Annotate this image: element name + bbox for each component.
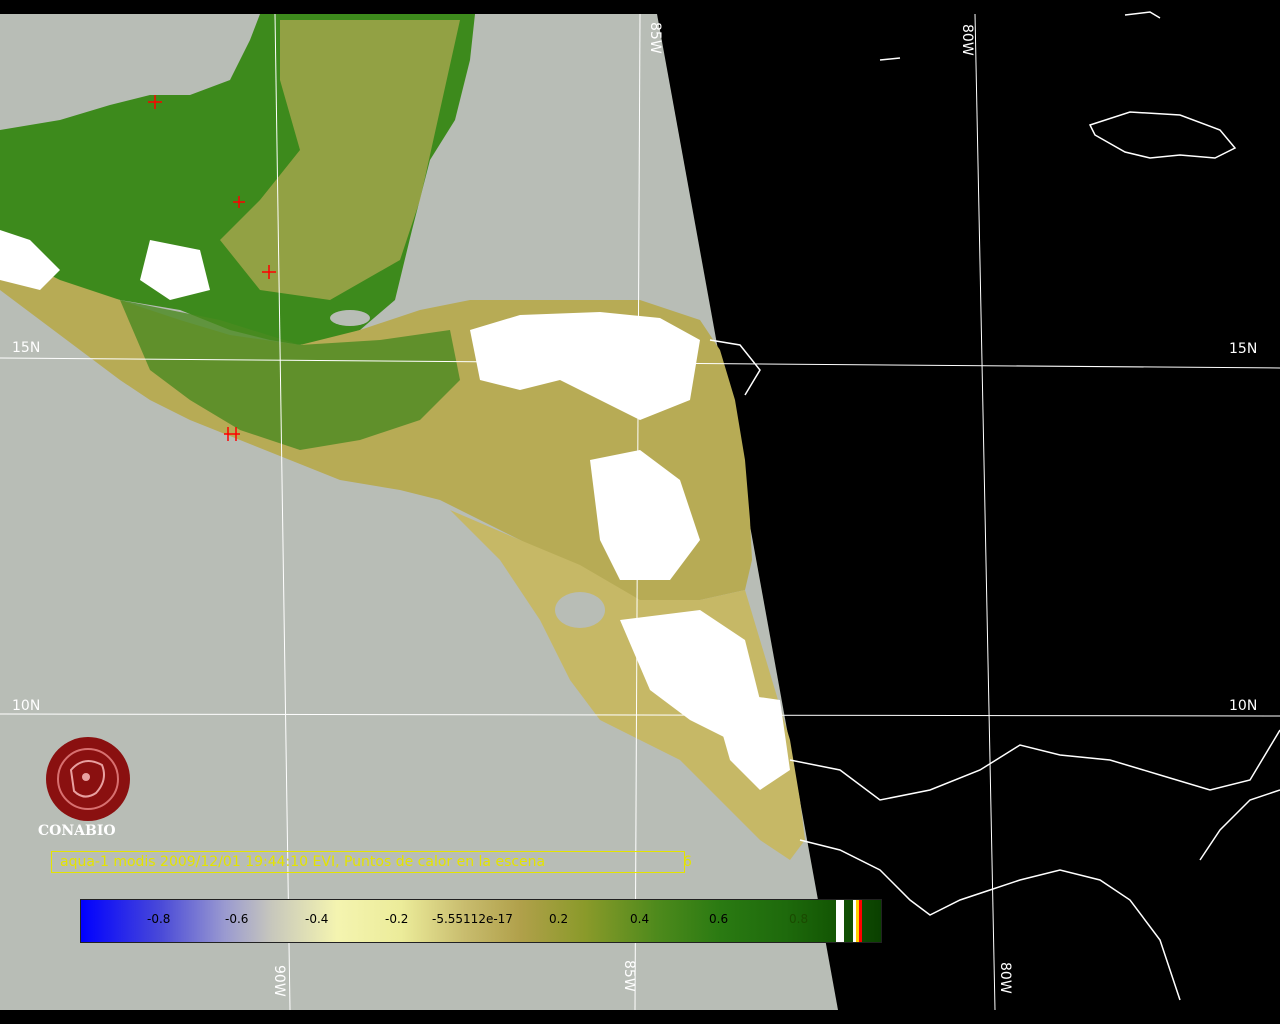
lon-label-80w-bottom: 80W [997, 962, 1013, 994]
lat-label-15n-right: 15N [1229, 341, 1258, 357]
conabio-logo [46, 737, 130, 821]
lat-label-15n-left: 15N [12, 340, 41, 356]
colorbar-tick: -0.6 [225, 912, 249, 926]
colorbar-tick: 0.2 [549, 912, 569, 926]
hotspot-count: 6 [683, 854, 692, 870]
colorbar-cloud-swatch [836, 900, 844, 942]
colorbar-tick: 0.6 [709, 912, 729, 926]
lake-izabal [330, 310, 370, 326]
scene-caption: aqua-1 modis 2009/12/01 19:44:10 EVI, Pu… [51, 851, 685, 873]
colorbar-tick: -5.55112e-17 [432, 912, 513, 926]
colorbar-tick: 0.8 [789, 912, 809, 926]
evi-colorbar: -0.8 -0.6 -0.4 -0.2 -5.55112e-17 0.2 0.4… [80, 899, 882, 943]
lon-label-90w-bottom: 90W [271, 965, 287, 997]
colorbar-hotspot-swatch-c [859, 900, 862, 942]
lat-label-10n-right: 10N [1229, 698, 1258, 714]
lon-label-80w-top: 80W [959, 24, 975, 56]
lat-label-10n-left: 10N [12, 698, 41, 714]
colorbar-tick: 0.4 [630, 912, 650, 926]
colorbar-tick: -0.4 [305, 912, 329, 926]
lon-label-85w-bottom: 85W [621, 960, 637, 992]
lake-nicaragua [555, 592, 605, 628]
lon-label-85w-top: 85W [647, 22, 663, 54]
colorbar-tick: -0.2 [385, 912, 409, 926]
colorbar-tick: -0.8 [147, 912, 171, 926]
conabio-logo-text: CONABIO [38, 823, 116, 839]
